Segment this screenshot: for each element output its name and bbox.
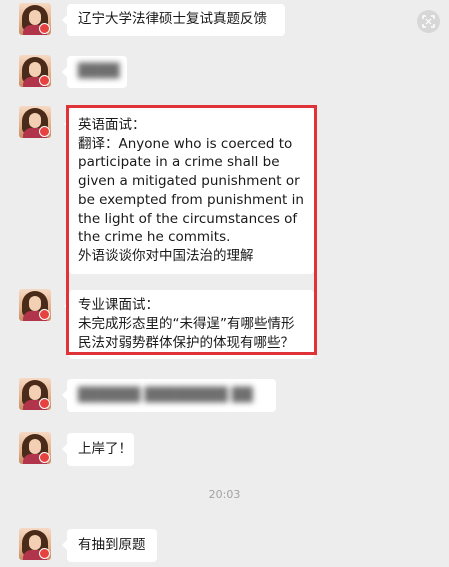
avatar-badge [39, 126, 50, 137]
scan-button[interactable] [417, 10, 440, 33]
avatar-badge [39, 548, 50, 559]
avatar-badge [39, 75, 50, 86]
avatar-face [29, 439, 41, 454]
message-line: the light of the circumstances of [78, 210, 298, 227]
avatar-face [29, 10, 41, 25]
message-line: 未完成形态里的“未得逞”有哪些情形 [78, 316, 295, 332]
message-line: participate in a crime shall be [78, 154, 280, 171]
message-line: 翻译：Anyone who is coerced to [78, 135, 293, 152]
message-bubble[interactable]: 辽宁大学法律硕士复试真题反馈 [62, 4, 285, 36]
avatar-face [29, 385, 41, 400]
avatar-face [29, 113, 41, 128]
message-line: be exempted from punishment in [78, 191, 304, 208]
scan-text-icon [422, 15, 435, 28]
avatar-face [29, 62, 41, 77]
message-line: the crime he commits. [78, 229, 231, 246]
message-line: 民法对弱势群体保护的体现有哪些？ [78, 335, 294, 351]
message-text: 上岸了！ [78, 441, 132, 457]
message-bubble[interactable]: 有抽到原题 [62, 529, 157, 562]
avatar-badge [39, 398, 50, 409]
message-line: 外语谈谈你对中国法治的理解 [78, 247, 254, 264]
avatar[interactable] [19, 106, 51, 138]
avatar-badge [39, 452, 50, 463]
avatar[interactable] [19, 432, 51, 464]
avatar-badge [39, 23, 50, 34]
avatar[interactable] [19, 528, 51, 560]
avatar-badge [39, 309, 50, 320]
message-line: 英语面试： [78, 117, 146, 133]
message-bubble[interactable]: 英语面试： 翻译：Anyone who is coerced to partic… [64, 108, 314, 274]
avatar-face [29, 296, 41, 311]
avatar[interactable] [19, 289, 51, 321]
message-bubble[interactable]: 专业课面试： 未完成形态里的“未得逞”有哪些情形 民法对弱势群体保护的体现有哪些… [64, 290, 314, 359]
message-text: 有抽到原题 [78, 537, 146, 553]
avatar[interactable] [19, 378, 51, 410]
message-bubble[interactable]: 上岸了！ [62, 433, 134, 466]
avatar-face [29, 535, 41, 550]
message-text-redacted: ██████ ████████ ██ [78, 387, 253, 403]
message-text: 辽宁大学法律硕士复试真题反馈 [78, 11, 267, 27]
message-line: given a mitigated punishment or [78, 173, 300, 190]
message-text-redacted: ████ [78, 63, 120, 79]
avatar[interactable] [19, 3, 51, 35]
message-bubble[interactable]: ████ [62, 56, 127, 88]
avatar[interactable] [19, 55, 51, 87]
message-line: 专业课面试： [78, 297, 159, 313]
timestamp: 20:03 [208, 488, 241, 501]
message-bubble[interactable]: ██████ ████████ ██ [62, 379, 276, 412]
